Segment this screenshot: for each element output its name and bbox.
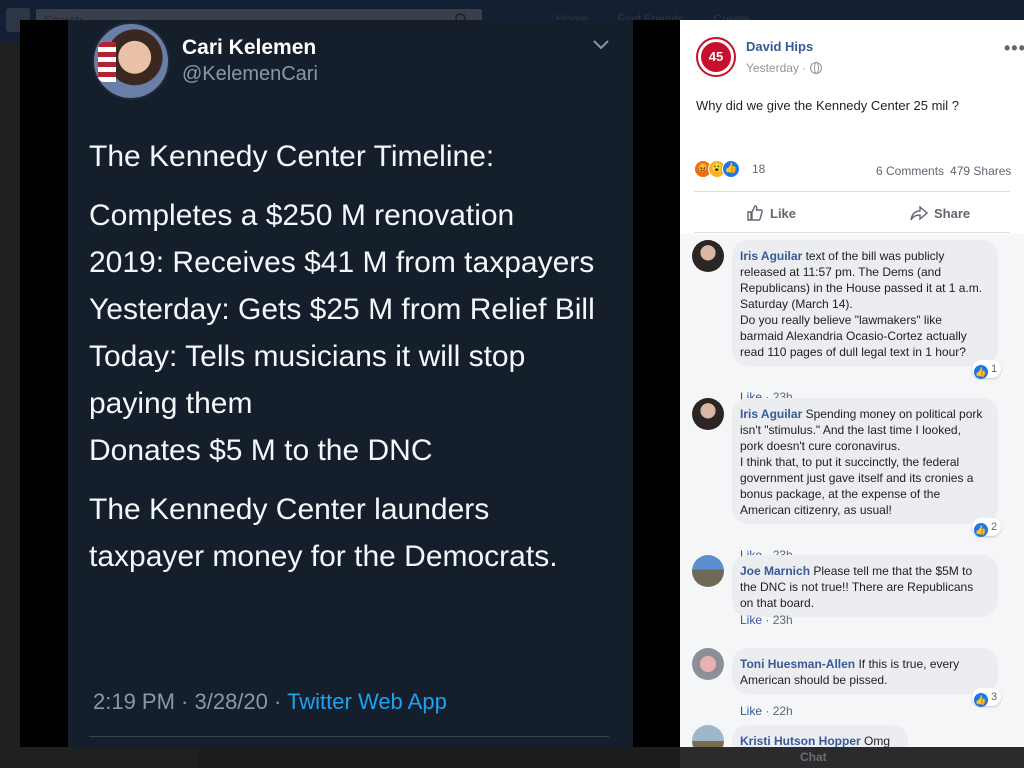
- comment-bubble: Joe Marnich Please tell me that the $5M …: [732, 555, 998, 617]
- comment-actions: Like · 22h: [740, 704, 793, 718]
- tweet-time: 2:19 PM · 3/28/20 ·: [93, 689, 288, 714]
- comment-bubble: Iris Aguilar text of the bill was public…: [732, 240, 998, 366]
- tweet-paragraph: Completes a $250 M renovation 2019: Rece…: [89, 199, 595, 467]
- divider: [89, 736, 609, 737]
- chat-label: Chat: [800, 750, 827, 764]
- comment-author[interactable]: Joe Marnich: [740, 564, 810, 578]
- like-button[interactable]: Like: [746, 202, 796, 226]
- comment-reactions[interactable]: 👍 2: [972, 518, 1002, 537]
- comment-bubble: Kristi Hutson Hopper Omg: [732, 725, 908, 747]
- comment-text: Spending money on political pork isn't "…: [740, 407, 983, 517]
- chat-bar[interactable]: [198, 747, 698, 768]
- shares-count[interactable]: 479 Shares: [950, 164, 1011, 178]
- tweet-text: The Kennedy Center Timeline: Completes a…: [89, 133, 609, 592]
- post-panel: 45 David Hips Yesterday · ••• Why did we…: [680, 20, 1024, 747]
- chat-strip[interactable]: Chat: [680, 747, 1024, 768]
- avatar[interactable]: [692, 648, 724, 680]
- photo-viewer: Cari Kelemen @KelemenCari The Kennedy Ce…: [20, 20, 680, 747]
- tweet-paragraph: The Kennedy Center launders taxpayer mon…: [89, 493, 558, 573]
- flag-icon: [98, 42, 116, 82]
- comment-reaction-count: 3: [991, 691, 998, 703]
- share-icon: [910, 205, 928, 221]
- comment-bubble: Toni Huesman-Allen If this is true, ever…: [732, 648, 998, 694]
- comment-text: text of the bill was publicly released a…: [740, 249, 983, 359]
- tweet-avatar: [92, 22, 170, 100]
- tweet-author-name: Cari Kelemen: [182, 36, 317, 59]
- page-avatar[interactable]: 45: [696, 37, 736, 77]
- thumbs-up-icon: [747, 205, 763, 221]
- post-text: Why did we give the Kennedy Center 25 mi…: [696, 98, 960, 113]
- comment-time[interactable]: 22h: [773, 704, 793, 718]
- tweet-source: Twitter Web App: [287, 689, 447, 714]
- comment-like-link[interactable]: Like: [740, 704, 762, 718]
- comment-author[interactable]: Iris Aguilar: [740, 249, 802, 263]
- like-reaction-icon: 👍: [974, 693, 988, 707]
- comment-author[interactable]: Kristi Hutson Hopper: [740, 734, 861, 747]
- post-timestamp: Yesterday ·: [746, 61, 823, 75]
- comment-time[interactable]: 23h: [773, 613, 793, 627]
- comment-author[interactable]: Toni Huesman-Allen: [740, 657, 855, 671]
- share-button[interactable]: Share: [910, 202, 970, 226]
- like-reaction-icon: 👍: [722, 160, 740, 178]
- comment-reactions[interactable]: 👍 3: [972, 688, 1002, 707]
- share-label: Share: [934, 206, 971, 221]
- post-counts: 6 Comments 479 Shares: [876, 164, 1017, 178]
- chevron-down-icon: [593, 40, 609, 50]
- comment-reaction-count: 1: [991, 363, 998, 375]
- comment-reactions[interactable]: 👍 1: [972, 360, 1002, 379]
- globe-icon: [810, 62, 823, 74]
- like-reaction-icon: 👍: [974, 365, 988, 379]
- tweet-meta: 2:19 PM · 3/28/20 · Twitter Web App: [93, 689, 447, 715]
- comment-bubble: Iris Aguilar Spending money on political…: [732, 398, 998, 524]
- like-label: Like: [770, 206, 797, 221]
- divider: [694, 191, 1010, 192]
- tweet-screenshot-image: Cari Kelemen @KelemenCari The Kennedy Ce…: [68, 20, 633, 747]
- divider: [694, 232, 1010, 233]
- reaction-count: 18: [752, 162, 766, 176]
- comment-actions: Like · 23h: [740, 613, 793, 627]
- avatar[interactable]: [692, 555, 724, 587]
- like-reaction-icon: 👍: [974, 523, 988, 537]
- avatar-badge: 45: [701, 42, 731, 72]
- comment-like-link[interactable]: Like: [740, 613, 762, 627]
- avatar[interactable]: [692, 398, 724, 430]
- post-time[interactable]: Yesterday ·: [746, 61, 806, 75]
- tweet-paragraph: The Kennedy Center Timeline:: [89, 140, 495, 173]
- comments-count[interactable]: 6 Comments: [876, 164, 944, 178]
- comment-reaction-count: 2: [991, 521, 998, 533]
- comment-author[interactable]: Iris Aguilar: [740, 407, 802, 421]
- tweet-author-handle: @KelemenCari: [182, 63, 318, 85]
- avatar[interactable]: [692, 240, 724, 272]
- more-options-icon[interactable]: •••: [1004, 38, 1024, 59]
- post-author[interactable]: David Hips: [746, 39, 813, 54]
- comment-text: Omg: [864, 734, 891, 747]
